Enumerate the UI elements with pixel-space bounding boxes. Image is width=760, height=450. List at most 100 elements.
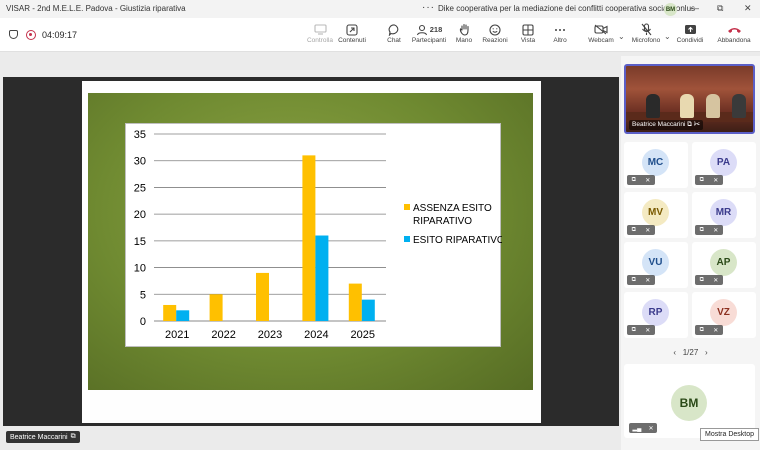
screen-share-icon: ⧉ bbox=[699, 276, 704, 283]
close-button[interactable]: ✕ bbox=[744, 3, 752, 14]
grid-icon bbox=[522, 22, 534, 37]
share-content-icon bbox=[346, 22, 358, 37]
avatar: BM bbox=[671, 385, 707, 421]
more-label: Altro bbox=[553, 37, 567, 44]
legend-swatch bbox=[404, 204, 410, 210]
meeting-timer: 04:09:17 bbox=[42, 30, 78, 40]
share-button[interactable]: Condividi bbox=[675, 22, 705, 50]
participant-tile[interactable]: AP ⧉ ✕ bbox=[692, 242, 756, 288]
legend-label: ASSENZA ESITO bbox=[413, 203, 492, 214]
participants-count: 218 bbox=[429, 25, 443, 34]
participants-panel: Beatrice Maccarini ⧉ ✂ MC ⧉ ✕ PA ⧉ ✕ MV ⧉ ✕ MR ⧉ ✕ V… bbox=[621, 56, 760, 450]
participant-tile[interactable]: MR ⧉ ✕ bbox=[692, 192, 756, 238]
more-icon bbox=[554, 22, 566, 37]
participant-tile[interactable]: PA ⧉ ✕ bbox=[692, 142, 756, 188]
next-page-button[interactable]: › bbox=[705, 348, 708, 357]
user-avatar[interactable]: BM bbox=[664, 3, 677, 16]
presentation-slide: 0 5 10 15 20 25 30 35 2021 2022 2023 2024 2025 ASSENZ… bbox=[82, 81, 541, 423]
legend-swatch bbox=[404, 236, 410, 242]
participant-tile-large[interactable]: BM ▂▄ ✕ bbox=[624, 364, 755, 438]
participants-label: Partecipanti bbox=[411, 37, 447, 44]
screen-share-icon: ⧉ bbox=[699, 226, 704, 233]
microphone-options-chevron-icon[interactable]: ⌄ bbox=[664, 32, 671, 41]
bar bbox=[348, 283, 362, 321]
participant-tile[interactable]: MC ⧉ ✕ bbox=[624, 142, 688, 188]
presenter-name: Beatrice Maccarini bbox=[10, 433, 68, 441]
avatar: PA bbox=[710, 149, 737, 176]
chat-icon bbox=[388, 22, 401, 37]
screen-share-icon: ⧉ bbox=[699, 176, 704, 183]
title-bar: VISAR - 2nd M.E.L.E. Padova - Giustizia … bbox=[0, 0, 760, 18]
page-indicator: 1/27 bbox=[682, 348, 699, 357]
smile-icon bbox=[489, 22, 501, 37]
screen-share-icon: ⧉ bbox=[699, 326, 704, 333]
content-button[interactable]: Contenuti bbox=[337, 22, 367, 50]
webcam-button[interactable]: Webcam bbox=[586, 22, 616, 50]
recording-icon bbox=[26, 30, 36, 40]
mic-off-icon: ✕ bbox=[713, 327, 719, 334]
bar bbox=[256, 272, 269, 321]
mic-off-icon: ✕ bbox=[648, 425, 654, 432]
mic-off-icon: ✕ bbox=[713, 227, 719, 234]
avatar: MC bbox=[642, 149, 669, 176]
tile-status-icons: ⧉ ✕ bbox=[695, 225, 723, 235]
prev-page-button[interactable]: ‹ bbox=[673, 348, 676, 357]
hand-icon bbox=[459, 22, 470, 37]
leave-label: Abbandona bbox=[717, 37, 751, 44]
more-options-icon[interactable]: ··· bbox=[422, 2, 435, 13]
leave-button[interactable]: Abbandona bbox=[716, 22, 752, 50]
reactions-label: Reazioni bbox=[482, 37, 508, 44]
show-desktop-tooltip: Mostra Desktop bbox=[700, 428, 760, 441]
featured-video[interactable]: Beatrice Maccarini ⧉ ✂ bbox=[624, 64, 755, 134]
pager: ‹ 1/27 › bbox=[621, 348, 760, 357]
mic-off-icon bbox=[641, 22, 652, 37]
featured-name-label: Beatrice Maccarini ⧉ ✂ bbox=[629, 120, 703, 130]
maximize-button[interactable]: ⧉ bbox=[717, 3, 723, 14]
reactions-button[interactable]: Reazioni bbox=[481, 22, 509, 50]
bar-chart: 0 5 10 15 20 25 30 35 2021 2022 2023 2024 2025 ASSENZ… bbox=[125, 123, 502, 347]
view-button[interactable]: Vista bbox=[518, 22, 538, 50]
tile-status-icons: ⧉ ✕ bbox=[695, 325, 723, 335]
tile-status-icons: ⧉ ✕ bbox=[627, 275, 655, 285]
shared-screen: 0 5 10 15 20 25 30 35 2021 2022 2023 2024 2025 ASSENZ… bbox=[3, 77, 619, 426]
participant-tile[interactable]: RP ⧉ ✕ bbox=[624, 292, 688, 338]
camera-off-icon bbox=[594, 22, 608, 37]
more-button[interactable]: Altro bbox=[550, 22, 570, 50]
x-tick-label: 2024 bbox=[304, 329, 328, 341]
participant-tile[interactable]: VZ ⧉ ✕ bbox=[692, 292, 756, 338]
chat-button[interactable]: Chat bbox=[384, 22, 404, 50]
mic-off-icon: ✕ bbox=[645, 227, 651, 234]
y-tick-label: 35 bbox=[134, 129, 146, 141]
avatar: MR bbox=[710, 199, 737, 226]
slide-background: 0 5 10 15 20 25 30 35 2021 2022 2023 2024 2025 ASSENZ… bbox=[88, 93, 533, 390]
raise-hand-button[interactable]: Mano bbox=[454, 22, 474, 50]
content-label: Contenuti bbox=[338, 37, 366, 44]
microphone-label: Microfono bbox=[631, 37, 661, 44]
bar bbox=[361, 299, 375, 321]
organization-name: Dike cooperativa per la mediazione dei c… bbox=[438, 4, 696, 13]
mic-off-icon: ✕ bbox=[645, 177, 651, 184]
chat-label: Chat bbox=[387, 37, 401, 44]
y-tick-label: 30 bbox=[134, 156, 146, 168]
x-tick-label: 2022 bbox=[211, 329, 235, 341]
screen-share-icon: ⧉ bbox=[631, 226, 636, 233]
avatar: MV bbox=[642, 199, 669, 226]
video-person bbox=[706, 94, 720, 118]
chart-canvas: 051015202530352021 2022 2023 2024 2025ASSENZ… bbox=[134, 129, 502, 341]
screen-share-icon: ⧉ bbox=[70, 433, 76, 440]
phone-leave-icon bbox=[727, 22, 742, 37]
bar bbox=[302, 155, 316, 321]
participant-tile[interactable]: VU ⧉ ✕ bbox=[624, 242, 688, 288]
minimize-button[interactable]: — bbox=[690, 3, 699, 13]
screen-share-icon: ⧉ bbox=[631, 276, 636, 283]
control-button[interactable]: Controlla bbox=[306, 22, 334, 50]
webcam-options-chevron-icon[interactable]: ⌄ bbox=[618, 32, 625, 41]
microphone-button[interactable]: Microfono bbox=[630, 22, 662, 50]
bar bbox=[163, 304, 177, 321]
participant-tile[interactable]: MV ⧉ ✕ bbox=[624, 192, 688, 238]
participants-button[interactable]: 218 Partecipanti bbox=[411, 22, 447, 50]
webcam-label: Webcam bbox=[588, 37, 614, 44]
share-label: Condividi bbox=[676, 37, 704, 44]
tile-status-icons: ⧉ ✕ bbox=[627, 325, 655, 335]
shield-icon[interactable] bbox=[9, 30, 18, 39]
